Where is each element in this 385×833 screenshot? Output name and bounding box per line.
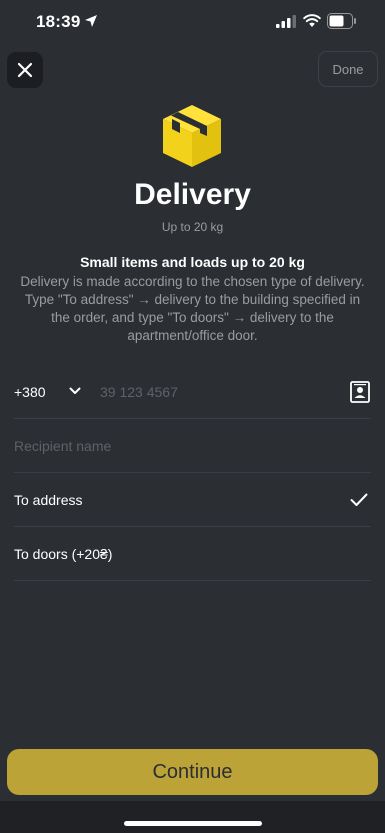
location-arrow-icon (85, 15, 97, 27)
done-button[interactable]: Done (318, 51, 378, 87)
page-subtitle: Up to 20 kg (161, 220, 224, 234)
continue-button[interactable]: Continue (7, 749, 378, 795)
phone-input[interactable] (100, 381, 330, 403)
bottom-bar (0, 801, 385, 833)
battery-icon (327, 13, 356, 29)
chevron-down-icon[interactable] (69, 386, 81, 396)
option-label: To address (14, 492, 83, 508)
info-headline: Small items and loads up to 20 kg (80, 254, 305, 270)
option-to-doors[interactable]: To doors (+20₴) (14, 527, 371, 581)
status-bar: 18:39 (0, 0, 385, 46)
phone-row: +380 (14, 365, 371, 419)
option-to-address[interactable]: To address (14, 473, 371, 527)
recipient-name-row (14, 419, 371, 473)
country-code-selector[interactable]: +380 (14, 384, 46, 400)
page-title: Delivery (134, 178, 251, 211)
status-time: 18:39 (36, 12, 81, 31)
info-description: Delivery is made according to the chosen… (20, 274, 365, 343)
check-icon (350, 493, 368, 506)
recipient-name-input[interactable] (14, 435, 354, 457)
option-label: To doors (+20₴) (14, 546, 113, 562)
wifi-icon (303, 14, 321, 27)
delivery-screen: 18:39 Done Delivery Up to 20 kg Small it… (0, 0, 385, 833)
package-box-icon (163, 105, 221, 167)
contacts-icon[interactable] (350, 381, 370, 403)
signal-icon (276, 15, 296, 28)
close-button[interactable] (7, 52, 43, 88)
close-icon (17, 62, 33, 78)
home-indicator (124, 821, 262, 826)
